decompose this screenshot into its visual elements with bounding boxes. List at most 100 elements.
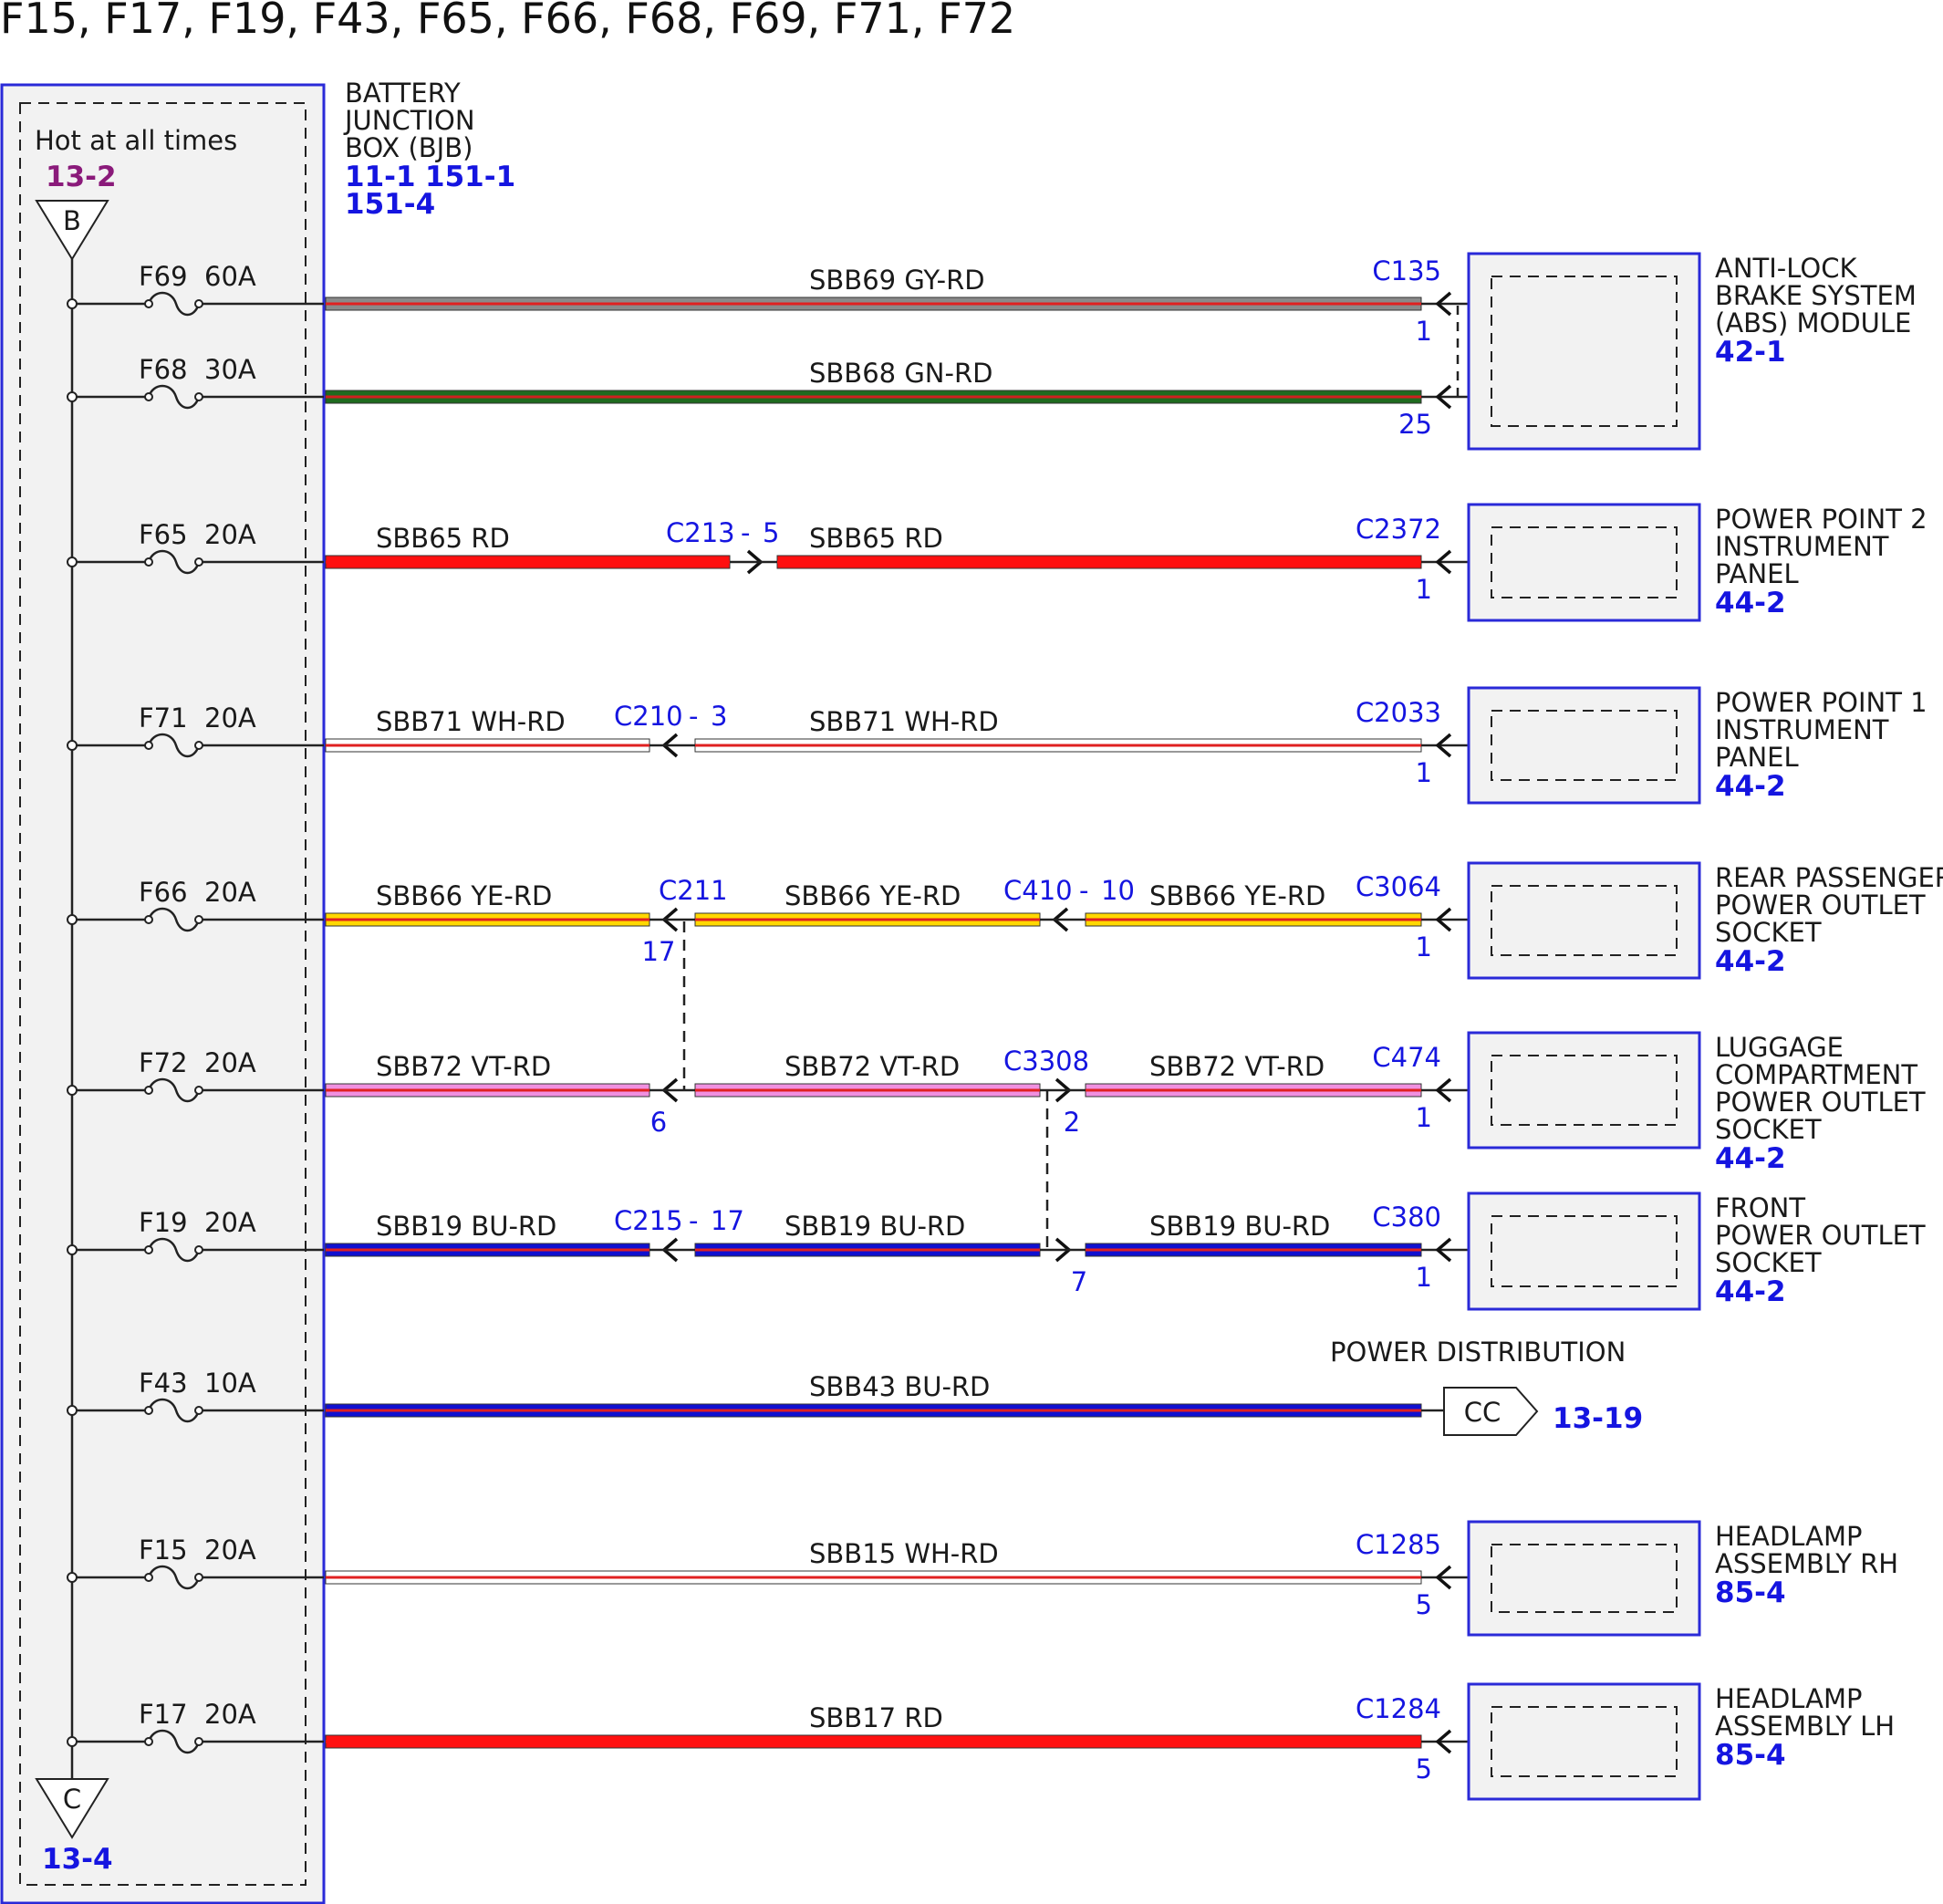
- component-name-line: SOCKET: [1715, 1114, 1822, 1145]
- component-box[interactable]: [1467, 1682, 1701, 1801]
- end-connector-id[interactable]: C2033: [1356, 697, 1441, 728]
- wire-label: SBB66 YE-RD: [376, 880, 552, 911]
- end-connector-id[interactable]: C3064: [1356, 871, 1441, 902]
- end-connector-id[interactable]: C1285: [1356, 1529, 1441, 1560]
- end-connector-pin[interactable]: 5: [1416, 1753, 1432, 1784]
- component-ref[interactable]: 44-2: [1715, 587, 1786, 619]
- bus-tap-node: [67, 1736, 78, 1747]
- fuse-terminal: [144, 392, 153, 401]
- component-name-line: ASSEMBLY LH: [1715, 1711, 1895, 1742]
- component-name-line: INSTRUMENT: [1715, 714, 1889, 745]
- power-distribution-ref[interactable]: 13-19: [1553, 1402, 1643, 1435]
- wire-label: SBB72 VT-RD: [784, 1051, 960, 1082]
- fuse-rating: 20A: [204, 1535, 256, 1566]
- component-ref[interactable]: 44-2: [1715, 770, 1786, 803]
- inline-connector-pin[interactable]: 2: [1064, 1107, 1080, 1138]
- inline-connector-id[interactable]: C213: [666, 517, 735, 548]
- component-ref[interactable]: 44-2: [1715, 1275, 1786, 1308]
- fuse-terminal: [194, 1737, 203, 1746]
- wire-label: SBB66 YE-RD: [784, 880, 961, 911]
- wire-label: SBB65 RD: [376, 523, 510, 554]
- bjb-ref-151-4[interactable]: 151-4: [345, 188, 435, 221]
- component-name-line: ASSEMBLY RH: [1715, 1548, 1898, 1579]
- end-connector-pin[interactable]: 1: [1416, 316, 1432, 347]
- component-box[interactable]: [1467, 252, 1701, 451]
- wire-label: SBB71 WH-RD: [376, 706, 566, 737]
- wire-label: SBB19 BU-RD: [1149, 1211, 1330, 1242]
- bus-tap-node: [67, 391, 78, 402]
- fuse-rating: 20A: [204, 702, 256, 734]
- inline-connector-pin[interactable]: 7: [1071, 1266, 1087, 1297]
- fuse-terminal: [144, 741, 153, 750]
- bus-tap-node: [67, 1405, 78, 1416]
- component-name-line: REAR PASSENGER: [1715, 862, 1943, 893]
- fuse-id: F66: [139, 877, 188, 908]
- fuse-terminal: [144, 557, 153, 567]
- component-box[interactable]: [1467, 1031, 1701, 1150]
- fuse-id: F71: [139, 702, 188, 734]
- bjb-name-line-2: JUNCTION: [343, 105, 475, 136]
- inline-connector-id[interactable]: C410: [1003, 875, 1073, 906]
- component-box[interactable]: [1467, 686, 1701, 805]
- end-connector-id[interactable]: C1284: [1356, 1693, 1441, 1724]
- inline-connector-dash: -: [689, 1205, 698, 1236]
- end-connector-id[interactable]: C474: [1372, 1042, 1441, 1073]
- inline-connector-id[interactable]: C3308: [1003, 1046, 1089, 1077]
- fuse-id: F65: [139, 519, 188, 550]
- end-connector-pin[interactable]: 25: [1398, 409, 1432, 440]
- inline-connector-pin[interactable]: 5: [763, 517, 779, 548]
- wire-label: SBB65 RD: [809, 523, 943, 554]
- component-box[interactable]: [1467, 1520, 1701, 1637]
- component-ref[interactable]: 44-2: [1715, 1142, 1786, 1175]
- bjb-ref-151-1[interactable]: 151-1: [425, 161, 515, 193]
- bus-tap-node: [67, 1244, 78, 1255]
- end-connector-id[interactable]: C380: [1372, 1202, 1441, 1233]
- end-connector-pin[interactable]: 1: [1416, 757, 1432, 788]
- page-title: F15, F17, F19, F43, F65, F66, F68, F69, …: [0, 0, 1015, 43]
- fuse-id: F68: [139, 354, 188, 385]
- inline-connector-pin[interactable]: 10: [1101, 875, 1135, 906]
- component-name-line: SOCKET: [1715, 917, 1822, 948]
- component-name-line: SOCKET: [1715, 1247, 1822, 1278]
- wire-label: SBB68 GN-RD: [809, 358, 992, 389]
- fuse-terminal: [144, 1086, 153, 1095]
- component-name-line: POWER OUTLET: [1715, 890, 1926, 921]
- fuse-rating: 20A: [204, 877, 256, 908]
- bus-tap-node: [67, 740, 78, 751]
- wiring-diagram: F15, F17, F19, F43, F65, F66, F68, F69, …: [0, 0, 1943, 1904]
- inline-connector-id[interactable]: C215: [614, 1205, 683, 1236]
- inline-connector-dash: -: [689, 701, 698, 732]
- component-name-line: POWER POINT 1: [1715, 687, 1927, 718]
- bjb-top-ref[interactable]: 13-2: [46, 161, 117, 193]
- fuse-id: F15: [139, 1535, 188, 1566]
- component-name-line: ANTI-LOCK: [1715, 253, 1857, 284]
- component-box[interactable]: [1467, 1191, 1701, 1311]
- inline-connector-pin[interactable]: 6: [650, 1107, 667, 1138]
- component-box[interactable]: [1467, 503, 1701, 622]
- inline-connector-id[interactable]: C210: [614, 701, 683, 732]
- inline-connector-pin[interactable]: 17: [711, 1205, 744, 1236]
- end-connector-id[interactable]: C2372: [1356, 514, 1441, 545]
- end-connector-pin[interactable]: 1: [1416, 1102, 1432, 1133]
- wire-label: SBB69 GY-RD: [809, 265, 985, 296]
- end-connector-pin[interactable]: 1: [1416, 931, 1432, 962]
- inline-connector-pin[interactable]: 3: [711, 701, 727, 732]
- component-ref[interactable]: 85-4: [1715, 1576, 1786, 1609]
- fuse-terminal: [194, 1406, 203, 1415]
- component-box[interactable]: [1467, 861, 1701, 980]
- end-connector-pin[interactable]: 1: [1416, 574, 1432, 605]
- inline-connector-pin[interactable]: 17: [642, 936, 676, 967]
- bus-tap-node: [67, 298, 78, 309]
- end-connector-pin[interactable]: 1: [1416, 1262, 1432, 1293]
- fuse-terminal: [194, 1573, 203, 1582]
- fuse-terminal: [194, 299, 203, 308]
- wire-list: SBB69 GY-RD C1351SBB68 GN-RD25SBB65 RD SBB…: [325, 255, 1469, 1784]
- component-ref[interactable]: 44-2: [1715, 945, 1786, 978]
- end-connector-id[interactable]: C135: [1372, 255, 1441, 286]
- component-ref[interactable]: 85-4: [1715, 1739, 1786, 1772]
- component-ref[interactable]: 42-1: [1715, 336, 1786, 369]
- fuse-id: F43: [139, 1368, 188, 1399]
- bjb-bottom-ref[interactable]: 13-4: [42, 1843, 113, 1876]
- inline-connector-id[interactable]: C211: [659, 875, 728, 906]
- end-connector-pin[interactable]: 5: [1416, 1589, 1432, 1620]
